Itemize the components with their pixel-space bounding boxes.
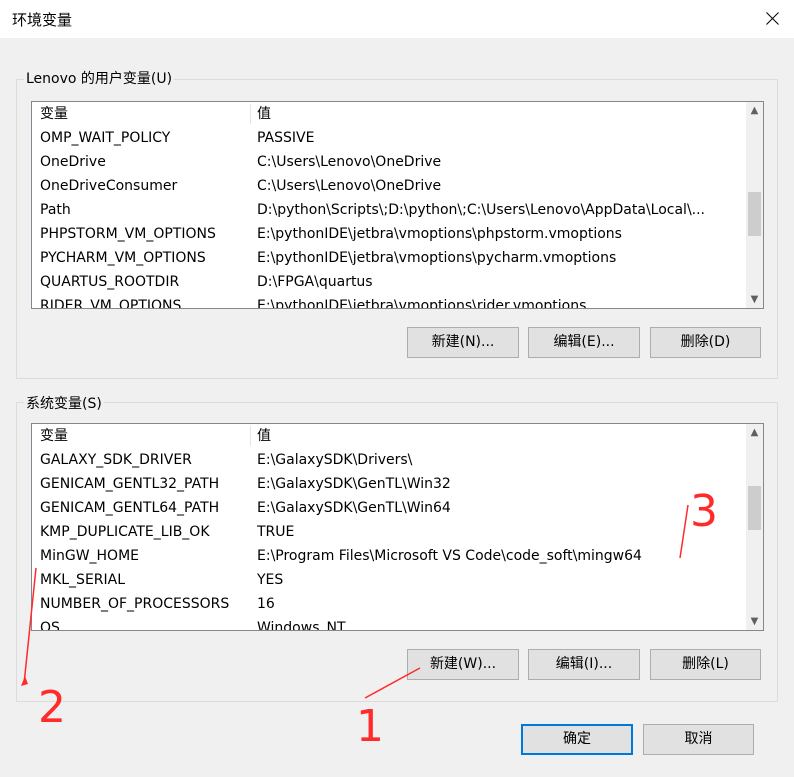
annotation-line-3 bbox=[679, 504, 689, 559]
annotation-number-3: 3 bbox=[690, 486, 718, 537]
annotation-line-2 bbox=[23, 567, 37, 685]
annotation-line-1 bbox=[364, 667, 421, 699]
annotation-overlay bbox=[21, 504, 689, 699]
annotation-number-2: 2 bbox=[38, 682, 66, 733]
annotation-arrowhead bbox=[21, 676, 28, 686]
annotation-number-1: 1 bbox=[356, 701, 384, 752]
